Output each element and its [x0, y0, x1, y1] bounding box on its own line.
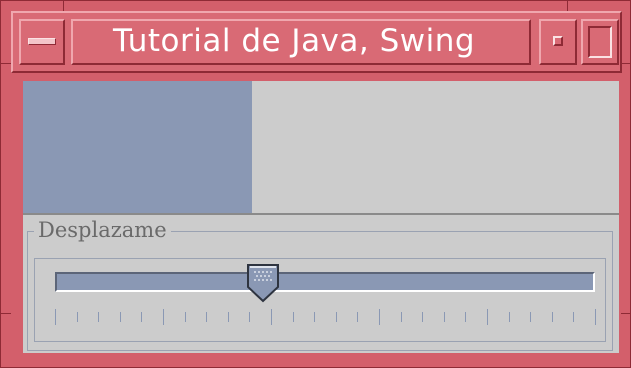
title-drag-area[interactable]: Tutorial de Java, Swing: [71, 19, 531, 65]
slider-tick: [185, 312, 186, 322]
slider-tick: [509, 312, 510, 322]
app-window: Tutorial de Java, Swing Desplazame: [0, 0, 631, 368]
color-display-panel: [23, 81, 619, 215]
slider-tick: [530, 312, 531, 322]
slider-group-label: Desplazame: [34, 218, 171, 242]
slider-tick: [249, 312, 250, 322]
title-bar[interactable]: Tutorial de Java, Swing: [11, 11, 622, 73]
frame-corner-mark: [567, 1, 568, 11]
window-menu-button[interactable]: [19, 19, 65, 65]
slider-group-box: Desplazame: [27, 218, 613, 351]
slider-tick: [293, 312, 294, 322]
minimize-button[interactable]: [539, 19, 577, 65]
slider-tick: [271, 309, 272, 325]
slider-tick: [336, 312, 337, 322]
minimize-icon: [553, 36, 563, 46]
slider-tick: [422, 312, 423, 322]
slider-ticks: [35, 259, 607, 343]
window-menu-icon: [28, 38, 56, 45]
slider-tick: [595, 309, 596, 325]
maximize-icon: [588, 26, 612, 58]
frame-corner-mark: [1, 313, 11, 314]
slider-tick: [401, 312, 402, 322]
slider-tick: [487, 309, 488, 325]
frame-corner-mark: [1, 63, 11, 64]
color-fill-bar: [23, 81, 252, 213]
content-pane: Desplazame: [23, 81, 619, 353]
window-title: Tutorial de Java, Swing: [113, 23, 476, 59]
frame-corner-mark: [63, 1, 64, 11]
scroll-slider[interactable]: [34, 258, 606, 342]
frame-corner-mark: [621, 313, 631, 314]
slider-tick: [314, 312, 315, 322]
frame-corner-mark: [621, 63, 631, 64]
slider-tick: [552, 312, 553, 322]
slider-tick: [228, 312, 229, 322]
slider-tick: [206, 312, 207, 322]
maximize-button[interactable]: [581, 19, 619, 65]
slider-tick: [77, 312, 78, 322]
slider-tick: [55, 309, 56, 325]
slider-tick: [444, 312, 445, 322]
slider-tick: [120, 312, 121, 322]
slider-tick: [141, 312, 142, 322]
slider-tick: [163, 309, 164, 325]
slider-tick: [357, 312, 358, 322]
slider-tick: [98, 312, 99, 322]
slider-tick: [573, 312, 574, 322]
slider-tick: [465, 312, 466, 322]
slider-tick: [379, 309, 380, 325]
